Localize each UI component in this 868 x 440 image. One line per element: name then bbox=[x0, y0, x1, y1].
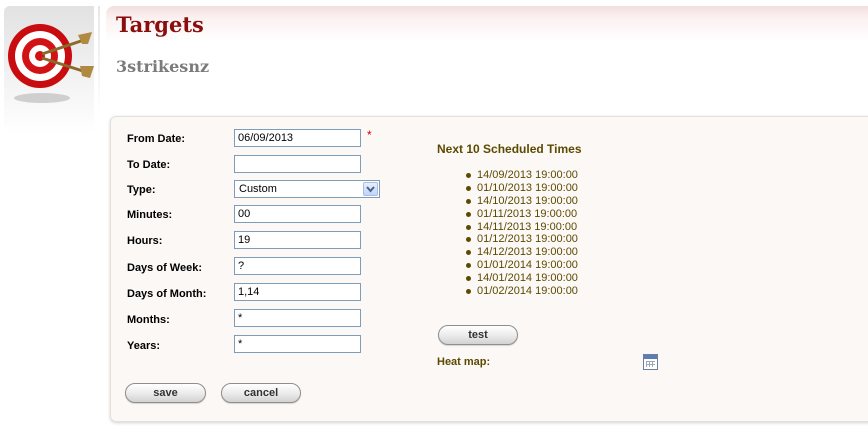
minutes-label: Minutes: bbox=[127, 209, 173, 221]
from-date-input[interactable] bbox=[234, 129, 361, 147]
target-bullseye-icon bbox=[8, 24, 94, 103]
cancel-button[interactable]: cancel bbox=[221, 383, 301, 403]
years-label: Years: bbox=[127, 340, 161, 352]
years-input[interactable] bbox=[234, 335, 361, 353]
chevron-down-icon[interactable] bbox=[363, 182, 378, 196]
save-button[interactable]: save bbox=[125, 383, 206, 403]
scheduled-time-item: 01/11/2013 19:00:00 bbox=[466, 208, 578, 221]
to-date-input[interactable] bbox=[234, 155, 361, 173]
scheduled-times-title: Next 10 Scheduled Times bbox=[437, 142, 582, 156]
scheduled-time-item: 01/02/2014 19:00:00 bbox=[466, 285, 578, 298]
type-label: Type: bbox=[127, 184, 156, 196]
panel-divider bbox=[98, 6, 100, 116]
from-date-label: From Date: bbox=[127, 133, 186, 145]
days-of-month-label: Days of Month: bbox=[127, 288, 207, 300]
calendar-grid bbox=[646, 361, 655, 367]
to-date-label: To Date: bbox=[127, 159, 171, 171]
scheduled-time-item: 14/12/2013 19:00:00 bbox=[466, 246, 578, 259]
type-select[interactable]: Custom bbox=[234, 180, 380, 198]
type-select-value: Custom bbox=[239, 183, 277, 195]
scheduled-time-item: 14/09/2013 19:00:00 bbox=[466, 169, 578, 182]
hours-label: Hours: bbox=[127, 235, 163, 247]
test-button[interactable]: test bbox=[438, 325, 518, 345]
scheduled-time-item: 01/10/2013 19:00:00 bbox=[466, 182, 578, 195]
scheduled-time-item: 01/01/2014 19:00:00 bbox=[466, 259, 578, 272]
scheduled-time-item: 14/01/2014 19:00:00 bbox=[466, 272, 578, 285]
minutes-input[interactable] bbox=[234, 205, 361, 223]
days-of-week-input[interactable] bbox=[234, 257, 361, 275]
days-of-month-input[interactable] bbox=[234, 283, 361, 301]
scheduled-times-list: 14/09/2013 19:00:00 01/10/2013 19:00:00 … bbox=[466, 169, 578, 298]
scheduled-time-item: 14/11/2013 19:00:00 bbox=[466, 221, 578, 234]
section-icon-panel bbox=[4, 6, 94, 134]
days-of-week-label: Days of Week: bbox=[127, 262, 202, 274]
scheduled-time-item: 01/12/2013 19:00:00 bbox=[466, 233, 578, 246]
page-title: Targets bbox=[116, 12, 204, 37]
months-input[interactable] bbox=[234, 309, 361, 327]
page-subtitle: 3strikesnz bbox=[116, 57, 210, 76]
page-header bbox=[106, 6, 868, 106]
hours-input[interactable] bbox=[234, 231, 361, 249]
calendar-icon[interactable] bbox=[643, 354, 658, 370]
required-indicator: * bbox=[367, 128, 372, 142]
months-label: Months: bbox=[127, 314, 170, 326]
heat-map-label: Heat map: bbox=[437, 356, 491, 368]
scheduled-time-item: 14/10/2013 19:00:00 bbox=[466, 195, 578, 208]
